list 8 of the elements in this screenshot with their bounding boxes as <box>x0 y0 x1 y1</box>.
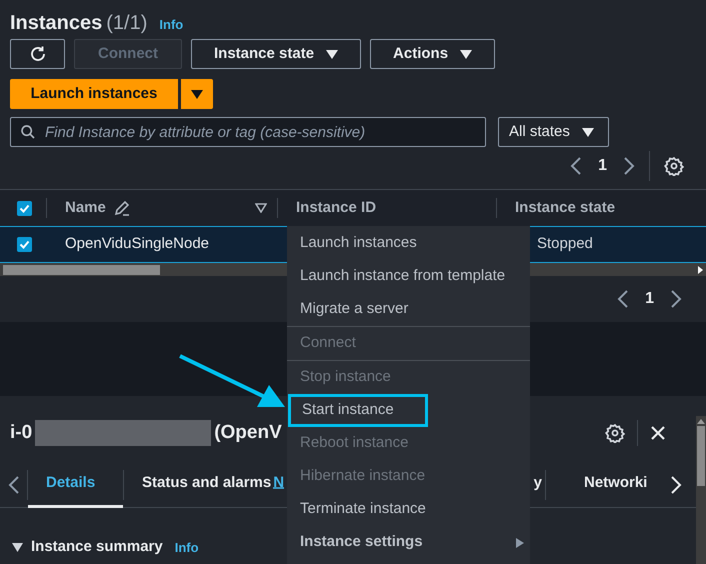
section-title: Instance summary <box>31 537 163 557</box>
table-cell: OpenViduSingleNode <box>65 235 210 252</box>
table-cell-text: Stopped <box>537 234 593 254</box>
page-title: Instances <box>10 11 102 36</box>
instance-title: i-0 <box>10 420 32 445</box>
instance-count: (1/1) <box>106 11 148 36</box>
instance-title: (OpenV <box>214 420 282 445</box>
new-label: N <box>273 472 284 493</box>
